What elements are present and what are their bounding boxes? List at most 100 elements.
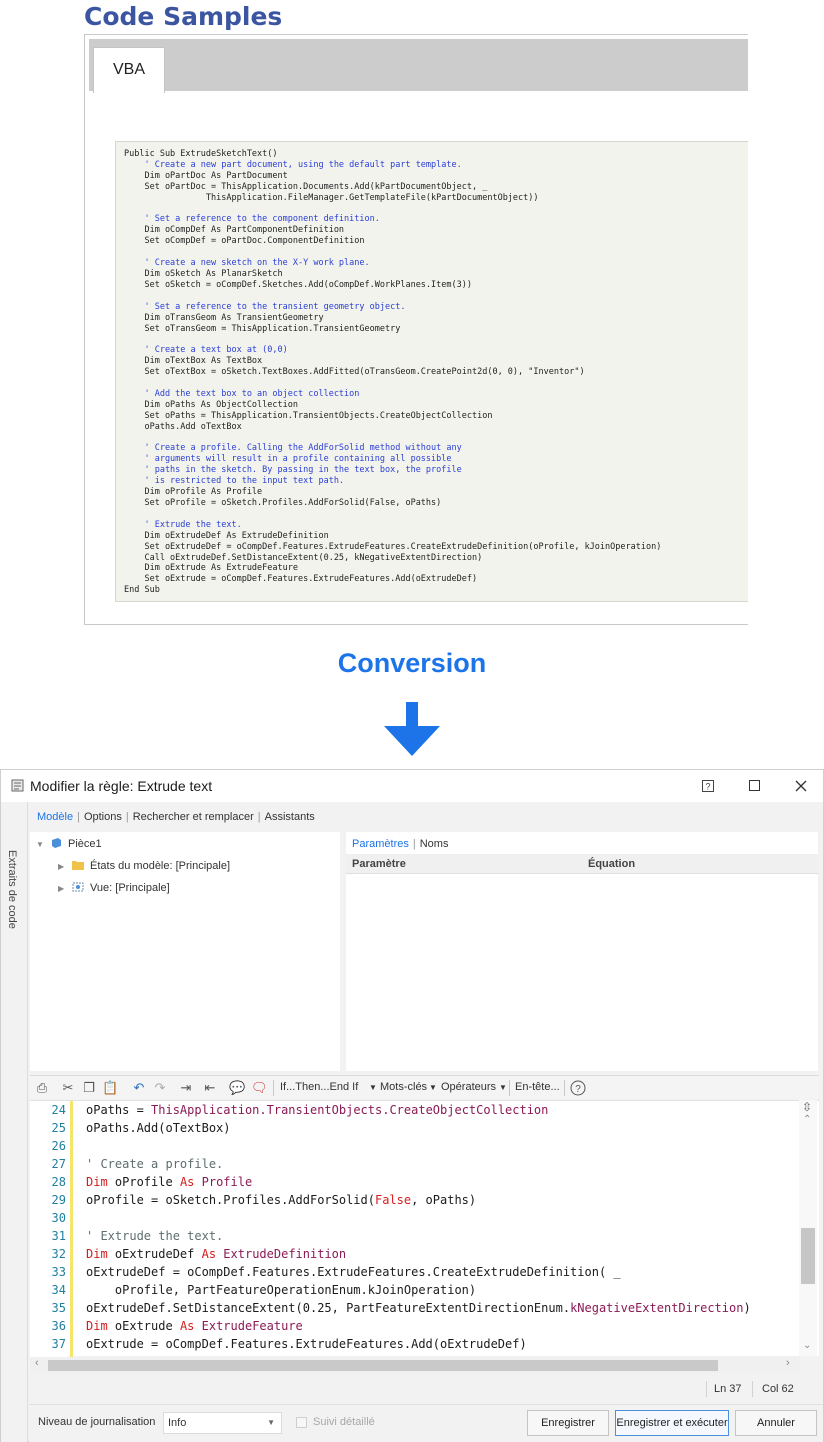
tab-vba[interactable]: VBA: [93, 47, 165, 93]
save-and-run-button[interactable]: Enregistrer et exécuter: [615, 1410, 729, 1436]
vertical-scrollbar[interactable]: ⇳ ⌃ ⌄: [799, 1100, 817, 1356]
code-token: ExtrudeDefinition: [223, 1247, 347, 1261]
editor-line[interactable]: 37 oExtrude = oCompDef.Features.ExtrudeFe…: [30, 1335, 800, 1353]
save-button[interactable]: Enregistrer: [527, 1410, 609, 1436]
tree-item-view[interactable]: ▶ Vue: [Principale]: [58, 878, 170, 898]
scroll-left-icon[interactable]: ‹: [35, 1357, 39, 1369]
outdent-icon[interactable]: ⇤: [202, 1080, 218, 1096]
line-number: 28: [51, 1175, 66, 1189]
editor-line[interactable]: 28 Dim oProfile As Profile: [30, 1173, 800, 1191]
editor-line[interactable]: 26: [30, 1137, 800, 1155]
code-editor[interactable]: 24 oPaths = ThisApplication.TransientObje…: [30, 1100, 819, 1357]
collapse-icon[interactable]: ▼: [36, 835, 50, 855]
horizontal-scroll-thumb[interactable]: [48, 1360, 718, 1371]
line-source: oExtrudeDef = oCompDef.Features.ExtrudeF…: [86, 1263, 621, 1281]
log-level-select[interactable]: Info ▼: [163, 1412, 282, 1434]
code-token: Dim: [86, 1175, 115, 1189]
maximize-icon: [748, 780, 760, 791]
keywords-dropdown[interactable]: Mots-clés: [380, 1081, 427, 1093]
tab-model[interactable]: Modèle: [37, 811, 73, 823]
code-line: End Sub: [124, 585, 160, 596]
code-comment-line: ' Create a profile. Calling the AddForSo…: [124, 443, 462, 454]
code-token: ' Create a profile.: [86, 1157, 224, 1171]
maximize-button[interactable]: [739, 774, 769, 798]
editor-line[interactable]: 30: [30, 1209, 800, 1227]
code-token: oProfile: [114, 1175, 180, 1189]
redo-icon[interactable]: ↷: [152, 1080, 168, 1096]
code-line: Set oTextBox = oSketch.TextBoxes.AddFitt…: [124, 367, 585, 378]
tab-search-replace[interactable]: Rechercher et remplacer: [133, 811, 254, 823]
editor-line[interactable]: 27 ' Create a profile.: [30, 1155, 800, 1173]
scroll-right-icon[interactable]: ›: [786, 1357, 790, 1369]
help-button[interactable]: ?: [693, 774, 723, 798]
split-icon[interactable]: ⇳: [802, 1100, 812, 1114]
column-equation[interactable]: Équation: [588, 858, 635, 870]
log-level-label: Niveau de journalisation: [38, 1416, 156, 1428]
operators-dropdown[interactable]: Opérateurs: [441, 1081, 496, 1093]
expand-icon[interactable]: ▶: [58, 857, 72, 877]
horizontal-scrollbar[interactable]: ‹ ›: [30, 1357, 800, 1373]
tree-item-model-states[interactable]: ▶ États du modèle: [Principale]: [58, 856, 230, 876]
indent-icon[interactable]: ⇥: [178, 1080, 194, 1096]
dialog-titlebar[interactable]: Modifier la règle: Extrude text ?: [1, 770, 823, 802]
scroll-down-icon[interactable]: ⌄: [803, 1340, 811, 1351]
chevron-down-icon[interactable]: ▼: [499, 1083, 507, 1092]
line-number: 24: [51, 1103, 66, 1117]
cut-icon[interactable]: ✂: [60, 1080, 76, 1096]
line-number: 36: [51, 1319, 66, 1333]
line-number: 33: [51, 1265, 66, 1279]
tab-options[interactable]: Options: [84, 811, 122, 823]
editor-line[interactable]: 31 ' Extrude the text.: [30, 1227, 800, 1245]
line-source: Dim oProfile As Profile: [86, 1173, 252, 1191]
editor-line[interactable]: 32 Dim oExtrudeDef As ExtrudeDefinition: [30, 1245, 800, 1263]
code-lines[interactable]: 24 oPaths = ThisApplication.TransientObje…: [30, 1101, 800, 1357]
tab-parameters[interactable]: Paramètres: [352, 838, 409, 850]
editor-line[interactable]: 25 oPaths.Add(oTextBox): [30, 1119, 800, 1137]
scroll-up-icon[interactable]: ⌃: [803, 1114, 811, 1125]
vertical-scroll-thumb[interactable]: [801, 1228, 815, 1284]
print-icon[interactable]: ⎙: [34, 1080, 50, 1096]
paste-icon[interactable]: 📋: [102, 1080, 118, 1096]
tab-wizards[interactable]: Assistants: [265, 811, 315, 823]
if-then-button[interactable]: If...Then...End If: [280, 1081, 358, 1093]
code-token: kNegativeExtentDirection: [570, 1301, 744, 1315]
help-circle-icon[interactable]: ?: [570, 1080, 586, 1096]
code-comment-line: ' arguments will result in a profile con…: [124, 454, 452, 465]
code-comment-line: ' Set a reference to the transient geome…: [124, 301, 406, 312]
close-button[interactable]: [786, 774, 816, 798]
comment-icon[interactable]: 💬: [229, 1080, 245, 1096]
copy-icon[interactable]: ❐: [81, 1080, 97, 1096]
code-token: ThisApplication.TransientObjects.CreateO…: [151, 1103, 549, 1117]
cancel-button[interactable]: Annuler: [735, 1410, 817, 1436]
editor-line[interactable]: 35 oExtrudeDef.SetDistanceExtent(0.25, Pa…: [30, 1299, 800, 1317]
code-line: Dim oTransGeom As TransientGeometry: [124, 312, 324, 323]
undo-icon[interactable]: ↶: [131, 1080, 147, 1096]
editor-line[interactable]: 36 Dim oExtrude As ExtrudeFeature: [30, 1317, 800, 1335]
tree-item-part[interactable]: ▼ Pièce1: [36, 834, 102, 854]
detailed-trace-checkbox[interactable]: [296, 1417, 307, 1428]
code-line: oPaths.Add oTextBox: [124, 421, 242, 432]
editor-line[interactable]: 24 oPaths = ThisApplication.TransientObje…: [30, 1101, 800, 1119]
header-button[interactable]: En-tête...: [515, 1081, 560, 1093]
editor-line[interactable]: 33 oExtrudeDef = oCompDef.Features.Extrud…: [30, 1263, 800, 1281]
chevron-down-icon[interactable]: ▼: [429, 1083, 437, 1092]
code-line: Dim oPartDoc As PartDocument: [124, 170, 288, 181]
snippets-side-panel[interactable]: Extraits de code: [1, 802, 28, 1442]
expand-icon[interactable]: ▶: [58, 879, 72, 899]
editor-line[interactable]: 29 oProfile = oSketch.Profiles.AddForSoli…: [30, 1191, 800, 1209]
code-line: Public Sub ExtrudeSketchText(): [124, 149, 278, 159]
line-number: 35: [51, 1301, 66, 1315]
column-parameter[interactable]: Paramètre: [352, 858, 406, 870]
chevron-down-icon[interactable]: ▼: [369, 1083, 377, 1092]
tab-names[interactable]: Noms: [420, 838, 449, 850]
uncomment-icon[interactable]: 🗨: [251, 1080, 268, 1096]
code-token: ExtrudeFeature: [201, 1319, 303, 1333]
code-comment-line: ' Create a new sketch on the X-Y work pl…: [124, 258, 370, 269]
editor-line[interactable]: 34 oProfile, PartFeatureOperationEnum.kJ…: [30, 1281, 800, 1299]
tree-item-label: États du modèle: [Principale]: [90, 860, 231, 872]
